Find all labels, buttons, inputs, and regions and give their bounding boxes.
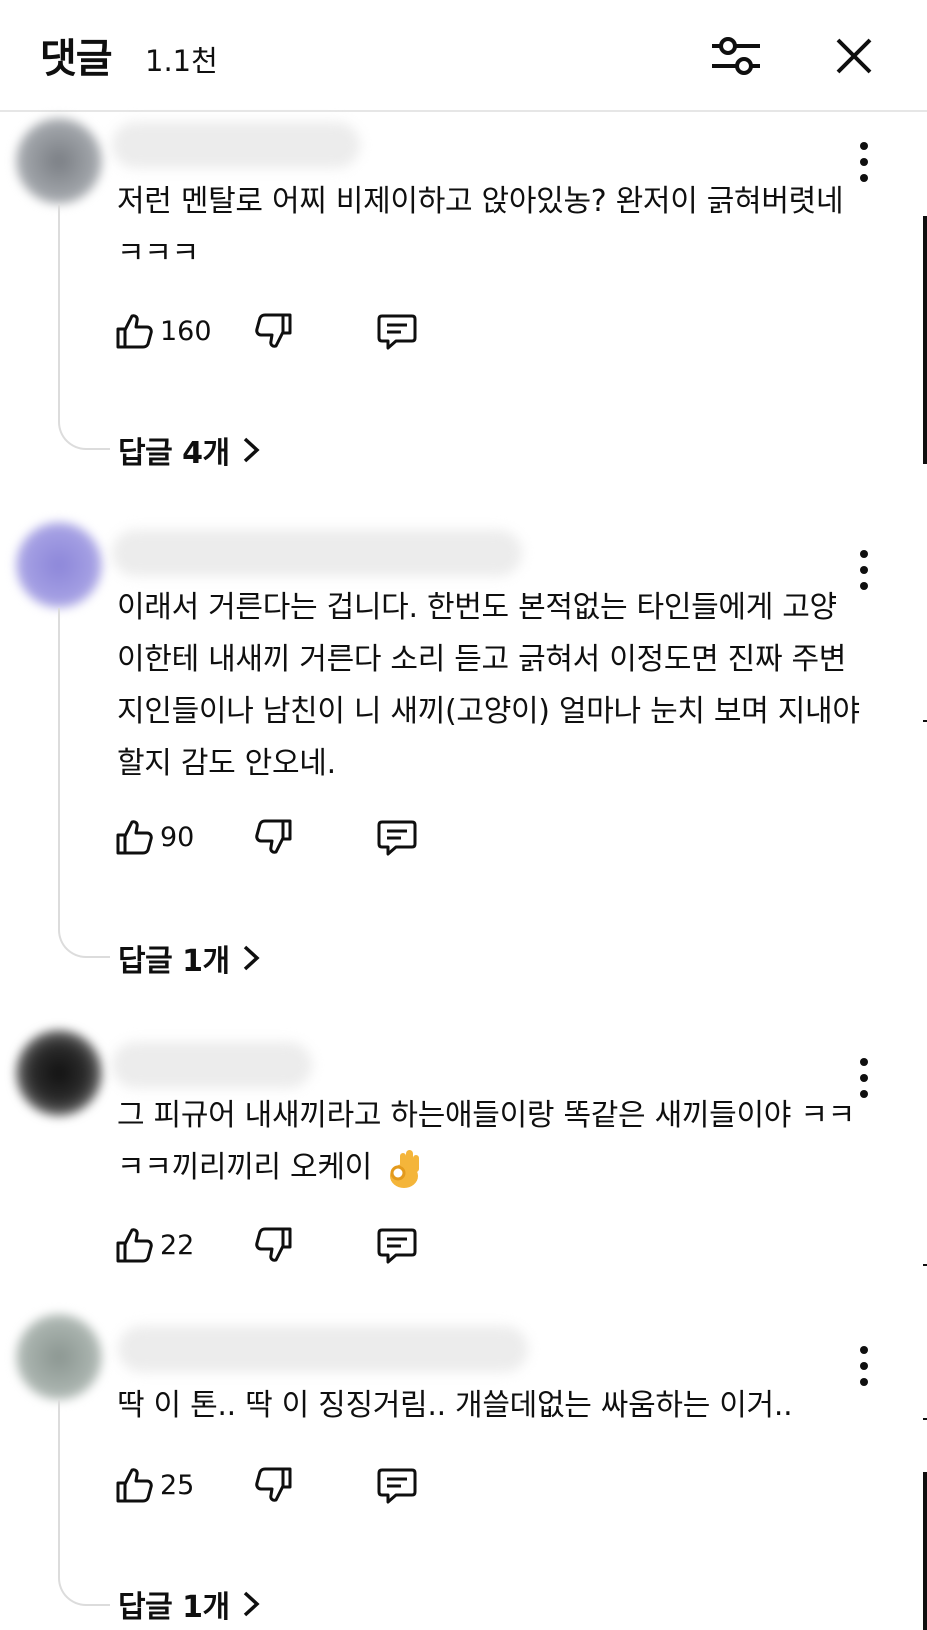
- like-count: 22: [160, 1229, 195, 1261]
- chevron-right-icon: [243, 1591, 260, 1617]
- comment-text: 그 피규어 내새끼라고 하는애들이랑 똑같은 새끼들이야 ㅋㅋㅋㅋ끼리끼리 오케…: [117, 1090, 862, 1194]
- close-icon: [836, 38, 872, 74]
- reply-icon: [377, 1228, 417, 1264]
- comment-text: 딱 이 톤.. 딱 이 징징거림.. 개쓸데없는 싸움하는 이거..: [117, 1388, 793, 1423]
- replies-label: 답글 1개: [118, 1590, 230, 1625]
- ok-hand-emoji: [389, 1149, 419, 1188]
- like-button[interactable]: 25: [114, 1460, 194, 1510]
- dislike-button[interactable]: [254, 306, 294, 356]
- thumbs-up-icon: [116, 314, 153, 349]
- like-count: 25: [160, 1469, 195, 1501]
- thread-line: [58, 1400, 110, 1606]
- like-count: 90: [160, 821, 195, 853]
- replies-label: 답글 4개: [118, 436, 230, 471]
- avatar[interactable]: [16, 522, 102, 608]
- thumbs-up-icon: [116, 1468, 153, 1503]
- like-button[interactable]: 22: [114, 1220, 194, 1270]
- thumbs-up-icon: [116, 820, 153, 855]
- scrollbar-edge-mark: [923, 1472, 927, 1630]
- close-button[interactable]: [826, 28, 882, 84]
- author-name[interactable]: [112, 1042, 312, 1088]
- reply-button[interactable]: [376, 812, 418, 862]
- author-name[interactable]: [118, 1326, 528, 1372]
- chevron-right-icon: [243, 437, 260, 463]
- thumbs-down-icon: [255, 313, 292, 348]
- reply-icon: [377, 1468, 417, 1504]
- view-replies-button[interactable]: 답글 1개: [118, 1582, 260, 1626]
- thumbs-up-icon: [116, 1228, 153, 1263]
- thumbs-down-icon: [255, 1227, 292, 1262]
- dislike-button[interactable]: [254, 1220, 294, 1270]
- avatar[interactable]: [16, 1030, 102, 1116]
- view-replies-button[interactable]: 답글 1개: [118, 936, 260, 980]
- scrollbar-edge-mark: [923, 720, 927, 722]
- thumbs-down-icon: [255, 1467, 292, 1502]
- avatar[interactable]: [16, 1314, 102, 1400]
- like-count: 160: [160, 315, 212, 347]
- filter-button[interactable]: [708, 28, 764, 84]
- like-button[interactable]: 160: [114, 306, 212, 356]
- reply-button[interactable]: [376, 306, 418, 356]
- reply-button[interactable]: [376, 1460, 418, 1510]
- scrollbar-edge-mark: [923, 1264, 927, 1266]
- comment-count: 1.1천: [145, 44, 218, 78]
- replies-label: 답글 1개: [118, 944, 230, 979]
- thumbs-down-icon: [255, 819, 292, 854]
- comment-text: 저런 멘탈로 어찌 비제이하고 앉아있농? 완저이 긁혀버렷네 ㅋㅋㅋ: [117, 184, 844, 271]
- comment-text: 이래서 거른다는 겁니다. 한번도 본적없는 타인들에게 고양이한테 내새끼 거…: [117, 590, 860, 781]
- reply-icon: [377, 820, 417, 856]
- dislike-button[interactable]: [254, 1460, 294, 1510]
- dislike-button[interactable]: [254, 812, 294, 862]
- page-title: 댓글: [40, 36, 113, 82]
- comments-header: 댓글 1.1천: [0, 0, 927, 112]
- reply-button[interactable]: [376, 1220, 418, 1270]
- thread-line: [58, 608, 110, 958]
- thread-line: [58, 204, 110, 450]
- avatar[interactable]: [16, 118, 102, 204]
- scrollbar-edge-mark: [923, 1418, 927, 1420]
- author-name[interactable]: [112, 530, 522, 576]
- like-button[interactable]: 90: [114, 812, 194, 862]
- view-replies-button[interactable]: 답글 4개: [118, 428, 260, 472]
- chevron-right-icon: [243, 945, 260, 971]
- reply-icon: [377, 314, 417, 350]
- sliders-icon: [712, 37, 760, 75]
- comment-text-body: 그 피규어 내새끼라고 하는애들이랑 똑같은 새끼들이야 ㅋㅋㅋㅋ끼리끼리 오케…: [117, 1098, 855, 1185]
- scrollbar[interactable]: [923, 216, 927, 464]
- author-name[interactable]: [112, 122, 360, 168]
